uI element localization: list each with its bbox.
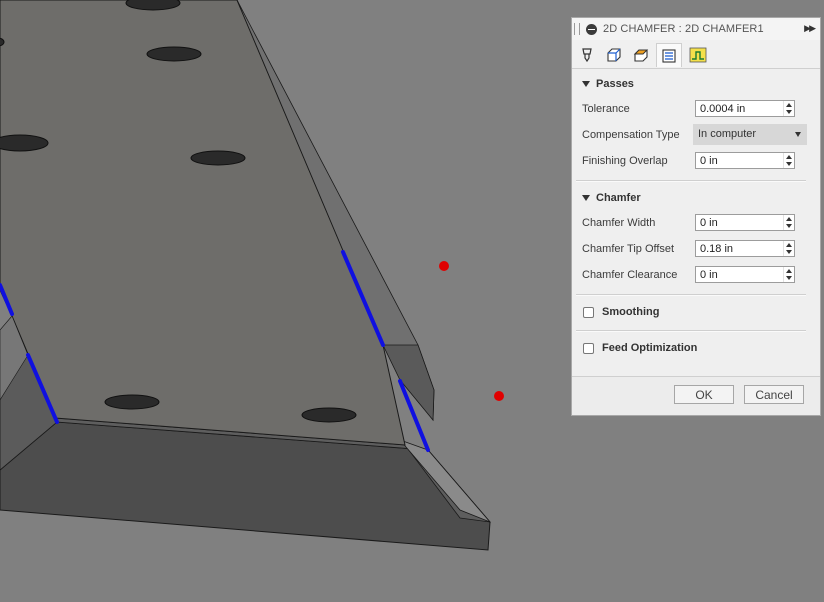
chamfer-width-label: Chamfer Width — [582, 217, 656, 229]
cancel-button[interactable]: Cancel — [744, 385, 804, 404]
smoothing-checkbox[interactable] — [583, 306, 594, 318]
tolerance-label: Tolerance — [582, 103, 630, 115]
chamfer-tip-offset-row: Chamfer Tip Offset 0.18 in — [572, 238, 820, 260]
passes-heading: Passes — [596, 78, 634, 90]
feed-optimization-checkbox[interactable] — [583, 342, 594, 354]
passes-icon — [662, 48, 676, 63]
tolerance-value: 0.0004 in — [700, 103, 746, 115]
spin-up-icon[interactable] — [786, 269, 792, 273]
tab-heights[interactable] — [628, 43, 654, 67]
section-divider — [576, 180, 806, 182]
tolerance-spinner[interactable] — [783, 101, 794, 116]
chamfer-section-header[interactable]: Chamfer — [572, 187, 820, 209]
finishing-overlap-spinner[interactable] — [783, 153, 794, 168]
feed-optimization-row[interactable]: Feed Optimization — [572, 337, 820, 359]
part-front-face — [0, 421, 491, 551]
spin-up-icon[interactable] — [786, 103, 792, 107]
heights-icon — [633, 49, 649, 62]
smoothing-label: Smoothing — [602, 306, 660, 318]
hole — [104, 394, 160, 410]
chamfer-clearance-label: Chamfer Clearance — [582, 269, 678, 281]
chamfer-clearance-input[interactable]: 0 in — [695, 266, 795, 283]
compensation-row: Compensation Type In computer — [572, 124, 820, 146]
tab-bar — [572, 40, 820, 69]
chamfer-width-row: Chamfer Width 0 in — [572, 212, 820, 234]
tolerance-input[interactable]: 0.0004 in — [695, 100, 795, 117]
spin-down-icon[interactable] — [786, 162, 792, 166]
hole — [190, 150, 246, 166]
chamfer-clearance-spinner[interactable] — [783, 267, 794, 282]
hole — [301, 407, 357, 423]
chamfer-tip-offset-spinner[interactable] — [783, 241, 794, 256]
hole — [125, 0, 181, 11]
chamfer-clearance-row: Chamfer Clearance 0 in — [572, 264, 820, 286]
tab-geometry[interactable] — [601, 43, 627, 67]
section-divider — [576, 330, 806, 332]
chamfer-width-value: 0 in — [700, 217, 718, 229]
finishing-overlap-input[interactable]: 0 in — [695, 152, 795, 169]
spin-down-icon[interactable] — [786, 276, 792, 280]
hole — [146, 46, 202, 62]
chamfer-clearance-value: 0 in — [700, 269, 718, 281]
dropdown-caret-icon — [795, 132, 801, 137]
compensation-value: In computer — [698, 128, 757, 140]
collapse-caret-icon[interactable] — [582, 81, 590, 87]
dialog-title: 2D CHAMFER : 2D CHAMFER1 — [603, 23, 764, 35]
point-markers[interactable] — [439, 261, 504, 401]
passes-section-header[interactable]: Passes — [572, 73, 820, 95]
feed-optimization-label: Feed Optimization — [602, 342, 698, 354]
chamfer-tip-offset-input[interactable]: 0.18 in — [695, 240, 795, 257]
point-marker — [439, 261, 449, 271]
tab-passes[interactable] — [656, 43, 682, 67]
collapse-caret-icon[interactable] — [582, 195, 590, 201]
tool-icon — [582, 48, 592, 63]
drag-handle-icon[interactable] — [574, 23, 580, 35]
ok-button[interactable]: OK — [674, 385, 734, 404]
point-marker — [494, 391, 504, 401]
hole — [0, 134, 49, 152]
spin-up-icon[interactable] — [786, 243, 792, 247]
spin-up-icon[interactable] — [786, 217, 792, 221]
spin-down-icon[interactable] — [786, 110, 792, 114]
tab-linking[interactable] — [685, 43, 711, 67]
finishing-overlap-value: 0 in — [700, 155, 718, 167]
spin-down-icon[interactable] — [786, 224, 792, 228]
finishing-overlap-label: Finishing Overlap — [582, 155, 668, 167]
minus-circle-icon[interactable] — [586, 23, 597, 35]
expand-icon[interactable]: ▶▶ — [804, 23, 816, 34]
compensation-select[interactable]: In computer — [693, 124, 807, 145]
linking-icon — [689, 47, 707, 63]
tab-tool[interactable] — [574, 43, 600, 67]
spin-down-icon[interactable] — [786, 250, 792, 254]
dialog-titlebar[interactable]: 2D CHAMFER : 2D CHAMFER1 ▶▶ — [572, 18, 820, 41]
geometry-icon — [607, 48, 621, 62]
smoothing-row[interactable]: Smoothing — [572, 301, 820, 323]
spin-up-icon[interactable] — [786, 155, 792, 159]
dialog-footer: OK Cancel — [572, 376, 820, 415]
chamfer-dialog: 2D CHAMFER : 2D CHAMFER1 ▶▶ Passes Toler… — [571, 17, 821, 416]
tolerance-row: Tolerance 0.0004 in — [572, 98, 820, 120]
chamfer-width-spinner[interactable] — [783, 215, 794, 230]
chamfer-tip-offset-label: Chamfer Tip Offset — [582, 243, 675, 255]
chamfer-heading: Chamfer — [596, 192, 641, 204]
compensation-label: Compensation Type — [582, 129, 680, 141]
finishing-overlap-row: Finishing Overlap 0 in — [572, 150, 820, 172]
section-divider — [576, 294, 806, 296]
chamfer-width-input[interactable]: 0 in — [695, 214, 795, 231]
chamfer-tip-offset-value: 0.18 in — [700, 243, 734, 255]
